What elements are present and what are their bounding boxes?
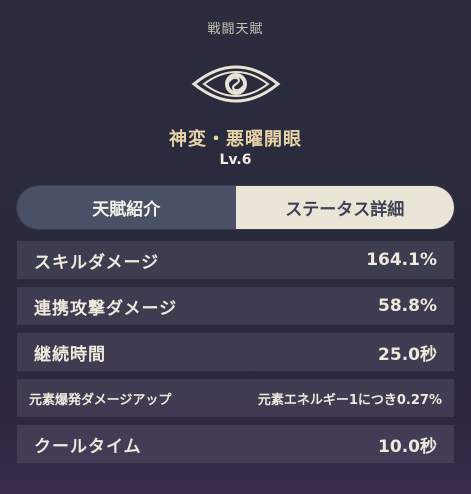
skill-name: 神変・悪曜開眼 [169, 129, 302, 150]
stat-row-duration: 継続時間 25.0秒 [17, 333, 454, 371]
header-title: 戦闘天賦 [207, 22, 264, 37]
stat-row-coordinated-attack-damage: 連携攻撃ダメージ 58.8% [17, 287, 454, 325]
skill-level: Lv.6 [219, 152, 252, 168]
stat-value: 元素エネルギー1につき0.27% [257, 392, 442, 408]
tab-talent-description[interactable]: 天賦紹介 [17, 186, 236, 229]
tab-bar: 天賦紹介 ステータス詳細 [17, 186, 454, 229]
stat-value: 58.8% [378, 296, 437, 316]
stats-list: スキルダメージ 164.1% 連携攻撃ダメージ 58.8% 継続時間 25.0秒… [17, 241, 454, 471]
stat-value: 164.1% [366, 250, 437, 270]
stat-value: 25.0秒 [378, 344, 437, 365]
stat-label: 継続時間 [34, 344, 106, 365]
tab-status-details[interactable]: ステータス詳細 [235, 186, 454, 229]
stat-row-cooldown: クールタイム 10.0秒 [17, 425, 454, 463]
stat-label: スキルダメージ [34, 252, 160, 273]
stat-label: 連携攻撃ダメージ [34, 298, 178, 319]
eye-emblem-icon [190, 56, 282, 112]
stat-row-skill-damage: スキルダメージ 164.1% [17, 241, 454, 279]
stat-row-burst-damage-bonus: 元素爆発ダメージアップ 元素エネルギー1につき0.27% [17, 379, 454, 417]
stat-label: クールタイム [34, 436, 142, 457]
stat-value: 10.0秒 [378, 436, 437, 457]
stat-label: 元素爆発ダメージアップ [29, 392, 172, 408]
